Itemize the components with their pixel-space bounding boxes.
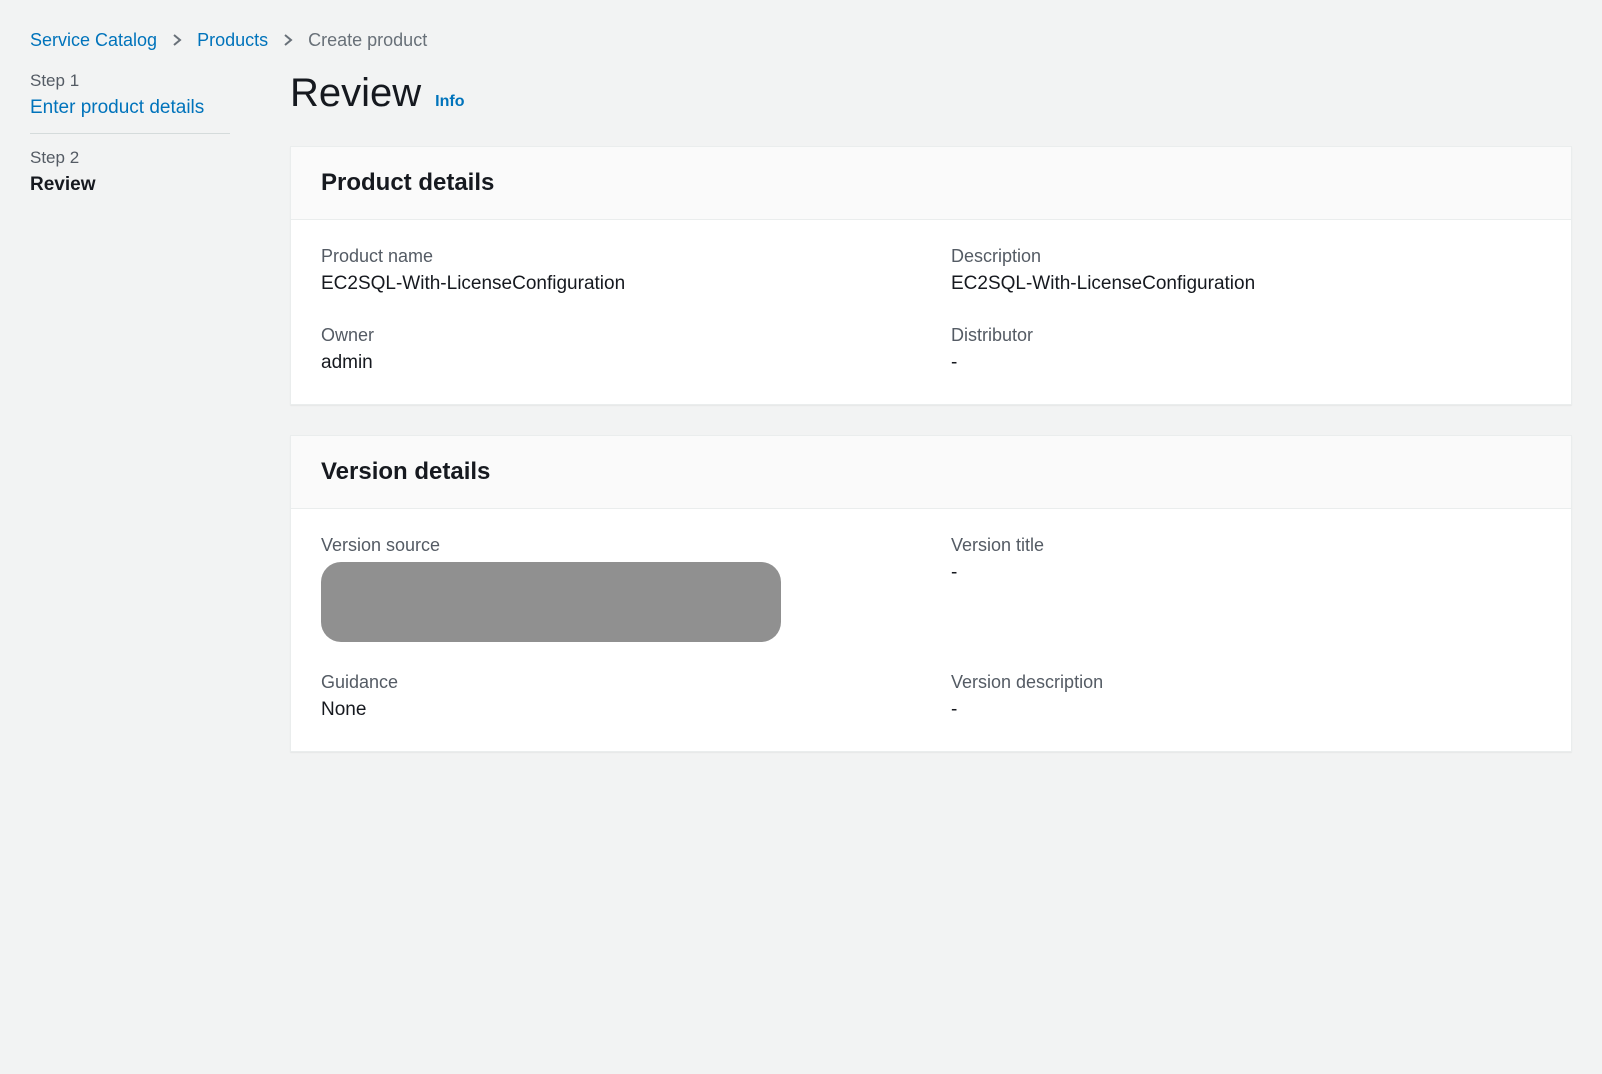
field-value: admin — [321, 352, 911, 374]
field-label: Product name — [321, 246, 911, 267]
panel-header: Version details — [291, 436, 1571, 509]
info-link[interactable]: Info — [435, 93, 464, 111]
panel-title: Version details — [321, 458, 1541, 486]
breadcrumb: Service Catalog Products Create product — [30, 30, 1572, 51]
field-label: Version source — [321, 535, 911, 556]
product-details-panel: Product details Product name EC2SQL-With… — [290, 146, 1572, 405]
breadcrumb-current: Create product — [308, 30, 427, 51]
step-1[interactable]: Step 1 Enter product details — [30, 71, 230, 134]
step-title: Review — [30, 174, 230, 196]
field-label: Guidance — [321, 672, 911, 693]
field-label: Distributor — [951, 325, 1541, 346]
breadcrumb-products[interactable]: Products — [197, 30, 268, 51]
panel-body: Version source Version title - Guidance … — [291, 509, 1571, 751]
main-content: Review Info Product details Product name… — [290, 71, 1572, 782]
step-title[interactable]: Enter product details — [30, 97, 230, 119]
chevron-right-icon — [171, 33, 183, 49]
field-value: - — [951, 352, 1541, 374]
field-guidance: Guidance None — [321, 672, 911, 721]
page-header: Review Info — [290, 71, 1572, 116]
field-version-source: Version source — [321, 535, 911, 642]
field-value: - — [951, 562, 1541, 584]
field-value: EC2SQL-With-LicenseConfiguration — [951, 273, 1541, 295]
field-version-title: Version title - — [951, 535, 1541, 642]
field-label: Description — [951, 246, 1541, 267]
field-label: Owner — [321, 325, 911, 346]
panel-title: Product details — [321, 169, 1541, 197]
field-version-description: Version description - — [951, 672, 1541, 721]
page-title: Review — [290, 71, 421, 116]
breadcrumb-service-catalog[interactable]: Service Catalog — [30, 30, 157, 51]
wizard-steps: Step 1 Enter product details Step 2 Revi… — [30, 71, 230, 782]
step-number: Step 2 — [30, 148, 230, 168]
version-details-panel: Version details Version source Version t… — [290, 435, 1572, 752]
panel-header: Product details — [291, 147, 1571, 220]
field-label: Version description — [951, 672, 1541, 693]
redacted-block — [321, 562, 781, 642]
field-value: None — [321, 699, 911, 721]
field-description: Description EC2SQL-With-LicenseConfigura… — [951, 246, 1541, 295]
field-distributor: Distributor - — [951, 325, 1541, 374]
field-value: - — [951, 699, 1541, 721]
panel-body: Product name EC2SQL-With-LicenseConfigur… — [291, 220, 1571, 404]
step-2: Step 2 Review — [30, 148, 230, 210]
step-number: Step 1 — [30, 71, 230, 91]
field-owner: Owner admin — [321, 325, 911, 374]
field-product-name: Product name EC2SQL-With-LicenseConfigur… — [321, 246, 911, 295]
chevron-right-icon — [282, 33, 294, 49]
field-label: Version title — [951, 535, 1541, 556]
field-value: EC2SQL-With-LicenseConfiguration — [321, 273, 911, 295]
